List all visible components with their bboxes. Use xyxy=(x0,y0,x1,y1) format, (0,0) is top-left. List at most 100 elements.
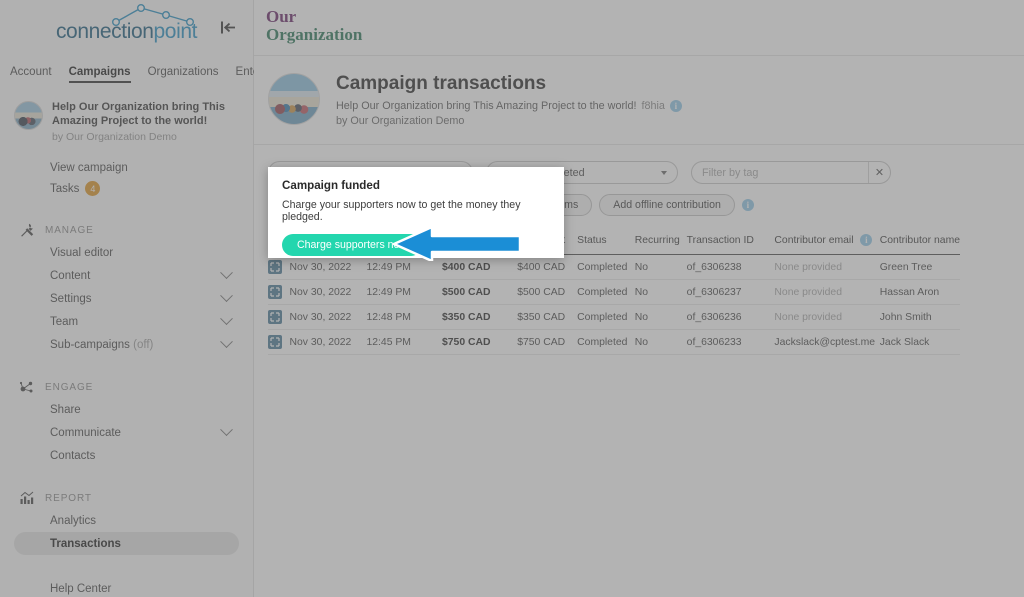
sidebar-item-content[interactable]: Content xyxy=(0,264,253,287)
cell-transaction-id: of_6306236 xyxy=(686,304,775,330)
expand-row-icon[interactable] xyxy=(268,284,282,299)
org-logo-line1: Our xyxy=(266,7,297,26)
info-icon[interactable]: i xyxy=(741,199,754,211)
menu-label: Contacts xyxy=(50,449,96,462)
campaign-code: f8hia xyxy=(641,100,665,112)
sidebar-item-team[interactable]: Team xyxy=(0,310,253,333)
section-label-report: REPORT xyxy=(45,492,92,504)
quick-links: View campaign Tasks 4 xyxy=(0,143,253,199)
sidebar-item-share[interactable]: Share xyxy=(0,398,253,421)
cell-total-amount: $750 CAD xyxy=(421,329,503,355)
table-row[interactable]: Nov 30, 2022 12:49 PM $500 CAD $500 CAD … xyxy=(268,279,960,305)
col-label: Recurring xyxy=(634,234,680,246)
charge-supporters-button[interactable]: Charge supporters now xyxy=(282,234,423,256)
cell-status: Completed xyxy=(577,254,635,280)
expand-row-icon[interactable] xyxy=(268,309,282,324)
cell-net-amount: $350 CAD xyxy=(502,304,578,330)
sidebar-section-engage: ENGAGE Share Communicate Contacts xyxy=(0,376,253,467)
page-subtitle-row: Help Our Organization bring This Amazing… xyxy=(336,100,682,112)
brand-logo[interactable]: connectionpoint xyxy=(0,0,253,52)
sidebar-footer-links: Help Center Fundraiser hub xyxy=(0,577,253,597)
campaign-hero-thumbnail xyxy=(268,73,320,125)
sidebar-item-sub-campaigns[interactable]: Sub-campaigns (off) xyxy=(0,333,253,356)
col-contributor-email[interactable]: Contributor email i xyxy=(774,234,880,255)
sidebar-item-help-center[interactable]: Help Center xyxy=(0,577,253,597)
add-offline-contribution-button[interactable]: Add offline contribution xyxy=(599,194,735,216)
cell-status: Completed xyxy=(577,329,635,355)
page-title: Campaign transactions xyxy=(336,73,547,94)
col-contributor-name[interactable]: Contributor name xyxy=(879,234,960,255)
page-byline: by Our Organization Demo xyxy=(336,115,465,127)
menu-label: Transactions xyxy=(50,537,121,550)
sidebar-section-manage: MANAGE Visual editor Content Settings Te… xyxy=(0,219,253,356)
expand-row-icon[interactable] xyxy=(268,334,282,349)
sidebar-item-transactions[interactable]: Transactions xyxy=(14,532,239,555)
table-row[interactable]: Nov 30, 2022 12:49 PM $400 CAD $400 CAD … xyxy=(268,254,960,280)
cell-transaction-id: of_6306238 xyxy=(686,254,775,280)
nav-item-account[interactable]: Account xyxy=(10,66,52,83)
col-status[interactable]: Status xyxy=(577,234,635,255)
info-icon[interactable]: i xyxy=(669,100,682,112)
table-body: Nov 30, 2022 12:49 PM $400 CAD $400 CAD … xyxy=(268,254,960,355)
section-header-engage: ENGAGE xyxy=(0,376,253,398)
chevron-down-icon xyxy=(220,423,233,437)
cell-date: Nov 30, 2022 xyxy=(289,279,367,305)
cell-status: Completed xyxy=(577,279,635,305)
sidebar-item-analytics[interactable]: Analytics xyxy=(0,509,253,532)
cell-contributor-name: Green Tree xyxy=(879,254,960,280)
campaign-title: Help Our Organization bring This Amazing… xyxy=(52,101,225,127)
cell-expand xyxy=(268,279,290,305)
collapse-panel-icon[interactable] xyxy=(217,16,239,38)
sidebar-item-communicate[interactable]: Communicate xyxy=(0,421,253,444)
campaign-card[interactable]: Help Our Organization bring This Amazing… xyxy=(0,83,253,143)
cell-date: Nov 30, 2022 xyxy=(289,254,367,280)
col-recurring[interactable]: Recurring xyxy=(634,234,687,255)
cell-date: Nov 30, 2022 xyxy=(289,329,367,355)
expand-row-icon[interactable] xyxy=(268,259,282,274)
campaign-funded-modal: Campaign funded Charge your supporters n… xyxy=(268,167,564,258)
cell-contributor-name: John Smith xyxy=(879,304,960,330)
table-row[interactable]: Nov 30, 2022 12:48 PM $350 CAD $350 CAD … xyxy=(268,304,960,330)
network-graph-icon xyxy=(111,4,194,27)
view-campaign-label: View campaign xyxy=(50,161,128,174)
sidebar-item-visual-editor[interactable]: Visual editor xyxy=(0,241,253,264)
org-header: Our Organization xyxy=(254,0,1024,56)
top-nav: Account Campaigns Organizations Enterpri… xyxy=(0,52,288,83)
chevron-down-icon xyxy=(661,170,667,175)
bar-chart-icon xyxy=(18,490,35,507)
col-label: Transaction ID xyxy=(686,234,754,246)
sidebar: connectionpoint Account Campaigns Organi… xyxy=(0,0,288,597)
cell-contributor-name: Hassan Aron xyxy=(879,279,960,305)
campaign-thumbnail xyxy=(14,101,43,130)
menu-label: Content xyxy=(50,269,91,282)
sidebar-item-view-campaign[interactable]: View campaign xyxy=(0,157,253,178)
sidebar-section-report: REPORT Analytics Transactions xyxy=(0,487,253,555)
cell-total-amount: $350 CAD xyxy=(421,304,503,330)
cell-contributor-email: None provided xyxy=(774,254,880,280)
nav-item-organizations[interactable]: Organizations xyxy=(148,66,219,83)
cell-date: Nov 30, 2022 xyxy=(289,304,367,330)
section-label-manage: MANAGE xyxy=(45,224,94,236)
menu-label: Communicate xyxy=(50,426,121,439)
nav-item-campaigns[interactable]: Campaigns xyxy=(68,66,131,83)
cell-expand xyxy=(268,254,290,280)
org-logo: Our Organization xyxy=(266,8,1024,44)
chevron-down-icon xyxy=(220,289,233,303)
modal-body-text: Charge your supporters now to get the mo… xyxy=(282,199,521,223)
col-transaction-id[interactable]: Transaction ID xyxy=(686,234,775,255)
chevron-down-icon xyxy=(220,266,233,280)
sidebar-item-tasks[interactable]: Tasks 4 xyxy=(0,178,253,199)
sidebar-item-contacts[interactable]: Contacts xyxy=(0,444,253,467)
info-icon[interactable]: i xyxy=(860,234,873,246)
cell-recurring: No xyxy=(634,304,687,330)
app-window: connectionpoint Account Campaigns Organi… xyxy=(0,0,1024,597)
table-row[interactable]: Nov 30, 2022 12:45 PM $750 CAD $750 CAD … xyxy=(268,329,960,355)
tag-filter-input[interactable]: Filter by tag ✕ xyxy=(691,161,891,184)
close-icon[interactable]: ✕ xyxy=(868,162,890,183)
add-offline-label: Add offline contribution xyxy=(613,199,721,211)
cell-contributor-email: None provided xyxy=(774,279,880,305)
section-header-manage: MANAGE xyxy=(0,219,253,241)
share-nodes-icon xyxy=(18,379,35,396)
sidebar-item-settings[interactable]: Settings xyxy=(0,287,253,310)
col-label: Contributor name xyxy=(879,234,960,246)
